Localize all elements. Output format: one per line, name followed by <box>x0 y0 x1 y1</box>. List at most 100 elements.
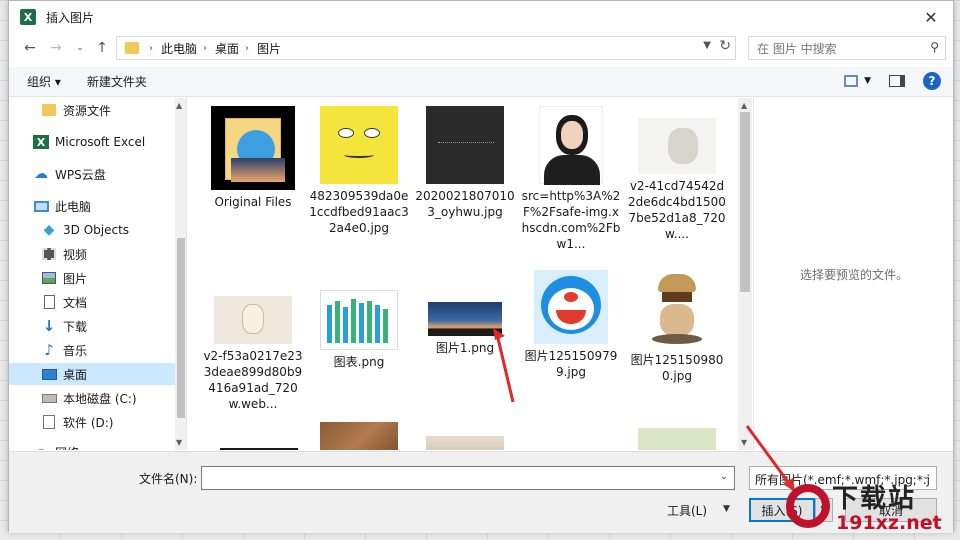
sidebar-item-videos[interactable]: 视频 <box>9 243 175 265</box>
dialog-title: 插入图片 <box>46 10 95 25</box>
file-list-scroll-thumb[interactable] <box>740 112 750 292</box>
file-name: v2-41cd74542d2de6dc4bd15007be52d1a8_720w… <box>628 179 726 241</box>
file-item[interactable]: src=http%3A%2F%2Fsafe-img.xhscdn.com%2Fb… <box>521 106 621 252</box>
help-icon[interactable]: ? <box>923 72 941 90</box>
image-thumbnail <box>214 296 292 344</box>
file-item[interactable]: Original Files <box>203 106 303 210</box>
view-grid-icon <box>844 75 859 87</box>
new-folder-button[interactable]: 新建文件夹 <box>77 73 157 90</box>
folder-thumbnail <box>211 106 295 190</box>
sidebar-item-label: Microsoft Excel <box>55 135 146 149</box>
file-name: 图表.png <box>333 355 385 369</box>
image-thumbnail <box>320 290 398 350</box>
breadcrumb-pictures[interactable]: 图片 <box>257 40 281 57</box>
file-item[interactable]: 图表.png <box>309 270 409 370</box>
watermark-url: 191xz.net <box>836 512 942 534</box>
sidebar-item-this-pc[interactable]: 此电脑 <box>9 195 175 217</box>
file-item[interactable]: v2-41cd74542d2de6dc4bd15007be52d1a8_720w… <box>627 106 727 242</box>
sidebar-scroll-thumb[interactable] <box>177 238 185 418</box>
drive-icon <box>41 391 57 405</box>
sidebar-item-label: 视频 <box>63 247 88 262</box>
file-item[interactable]: 图片1251509800.jpg <box>627 270 727 384</box>
breadcrumb-this-pc[interactable]: 此电脑 <box>161 40 197 57</box>
chevron-down-icon[interactable]: ▼ <box>723 504 730 514</box>
sidebar-item-label: 下载 <box>63 319 88 334</box>
filename-value <box>202 467 206 481</box>
organize-button[interactable]: 组织 ▾ <box>17 73 71 90</box>
sidebar-item-label: 网络 <box>55 444 79 451</box>
sidebar-item-local-disk-c[interactable]: 本地磁盘 (C:) <box>9 387 175 409</box>
sidebar-item-label: 文档 <box>63 295 88 310</box>
sidebar-item-resource-files[interactable]: 资源文件 <box>9 99 175 121</box>
navigation-bar: ← → ⌄ ↑ › 此电脑 › 桌面 › 图片 ▼ ↻ 在 图片 中搜索 ⚲ <box>9 34 953 62</box>
image-thumbnail <box>426 106 504 184</box>
sidebar-item-desktop[interactable]: 桌面 <box>9 363 175 385</box>
file-name: src=http%3A%2F%2Fsafe-img.xhscdn.com%2Fb… <box>521 189 621 251</box>
sidebar-item-label: 图片 <box>63 271 88 286</box>
sidebar-item-3d-objects[interactable]: ◆ 3D Objects <box>9 219 175 241</box>
chevron-down-icon[interactable]: ▼ <box>703 40 711 51</box>
preview-message: 选择要预览的文件。 <box>799 267 908 282</box>
refresh-icon[interactable]: ↻ <box>719 38 731 54</box>
annotation-arrow-icon <box>493 328 515 403</box>
sidebar-item-label: 本地磁盘 (C:) <box>63 391 137 406</box>
search-input[interactable]: 在 图片 中搜索 ⚲ <box>748 36 946 60</box>
tools-button[interactable]: 工具(L) <box>667 502 707 519</box>
file-item[interactable]: 482309539da0e1ccdfbed91aac32a4e0.jpg <box>309 106 409 236</box>
file-list-scrollbar[interactable]: ▲ ▼ <box>738 98 752 450</box>
sidebar-scrollbar[interactable]: ▲ ▼ <box>175 98 186 450</box>
navigation-pane: 资源文件 X Microsoft Excel ☁ WPS云盘 此电脑 ◆ 3D … <box>9 98 187 450</box>
up-arrow-icon[interactable]: ↑ <box>93 38 111 58</box>
chart-thumbnail-icon <box>327 299 388 343</box>
preview-pane-icon[interactable] <box>889 75 905 87</box>
sidebar-item-music[interactable]: ♪ 音乐 <box>9 339 175 361</box>
scroll-up-icon[interactable]: ▲ <box>176 101 182 110</box>
sidebar-item-documents[interactable]: 文档 <box>9 291 175 313</box>
file-item[interactable]: v2-f53a0217e233deae899d80b9416a91ad_720w… <box>203 270 303 412</box>
breadcrumb-desktop[interactable]: 桌面 <box>215 40 239 57</box>
scroll-down-icon[interactable]: ▼ <box>176 438 182 447</box>
address-bar[interactable]: › 此电脑 › 桌面 › 图片 ▼ ↻ <box>116 36 736 60</box>
sidebar-item-wps-cloud[interactable]: ☁ WPS云盘 <box>9 163 175 185</box>
chevron-down-icon[interactable]: ⌄ <box>720 471 728 482</box>
filename-field[interactable]: ⌄ <box>201 466 735 490</box>
file-item[interactable] <box>309 422 409 450</box>
file-name: 20200218070103_oyhwu.jpg <box>415 189 515 219</box>
site-watermark: 下载站 191xz.net <box>786 478 958 538</box>
watermark-title: 下载站 <box>832 484 917 514</box>
scroll-up-icon[interactable]: ▲ <box>741 101 747 110</box>
chevron-right-icon: › <box>203 42 208 54</box>
search-icon[interactable]: ⚲ <box>930 40 939 54</box>
file-item[interactable]: 图片1251509799.jpg <box>521 270 621 380</box>
sidebar-item-network[interactable]: ◉ 网络 <box>9 441 175 451</box>
file-name: 图片1251509799.jpg <box>524 349 618 379</box>
sidebar-item-label: 桌面 <box>63 367 88 382</box>
view-options-button[interactable]: ▼ <box>844 75 871 87</box>
file-item[interactable] <box>627 428 727 450</box>
cube-icon: ◆ <box>43 222 55 238</box>
excel-app-icon: X <box>20 9 36 25</box>
sidebar-item-pictures[interactable]: 图片 <box>9 267 175 289</box>
forward-arrow-icon[interactable]: → <box>47 38 65 58</box>
picture-icon <box>41 271 57 285</box>
image-thumbnail <box>320 106 398 184</box>
file-item[interactable]: 20200218070103_oyhwu.jpg <box>415 106 515 220</box>
folder-icon <box>125 42 139 54</box>
file-name: v2-f53a0217e233deae899d80b9416a91ad_720w… <box>203 349 303 411</box>
file-item[interactable] <box>209 448 309 450</box>
recent-dropdown-icon[interactable]: ⌄ <box>71 38 89 58</box>
close-icon[interactable]: ✕ <box>917 5 945 29</box>
chevron-down-icon: ▼ <box>864 76 871 86</box>
sidebar-item-downloads[interactable]: ↓ 下载 <box>9 315 175 337</box>
watermark-logo-icon <box>786 484 830 528</box>
filename-label: 文件名(N): <box>139 472 198 486</box>
sidebar-item-microsoft-excel[interactable]: X Microsoft Excel <box>9 131 175 153</box>
image-thumbnail <box>320 422 398 450</box>
file-item[interactable] <box>415 436 515 450</box>
file-name: 482309539da0e1ccdfbed91aac32a4e0.jpg <box>309 189 409 235</box>
back-arrow-icon[interactable]: ← <box>21 38 39 58</box>
image-thumbnail <box>638 118 716 174</box>
sidebar-item-label: 音乐 <box>63 343 88 358</box>
sidebar-item-software-d[interactable]: 软件 (D:) <box>9 411 175 433</box>
insert-picture-dialog: X 插入图片 ✕ ← → ⌄ ↑ › 此电脑 › 桌面 › 图片 ▼ ↻ 在 图… <box>8 0 954 533</box>
